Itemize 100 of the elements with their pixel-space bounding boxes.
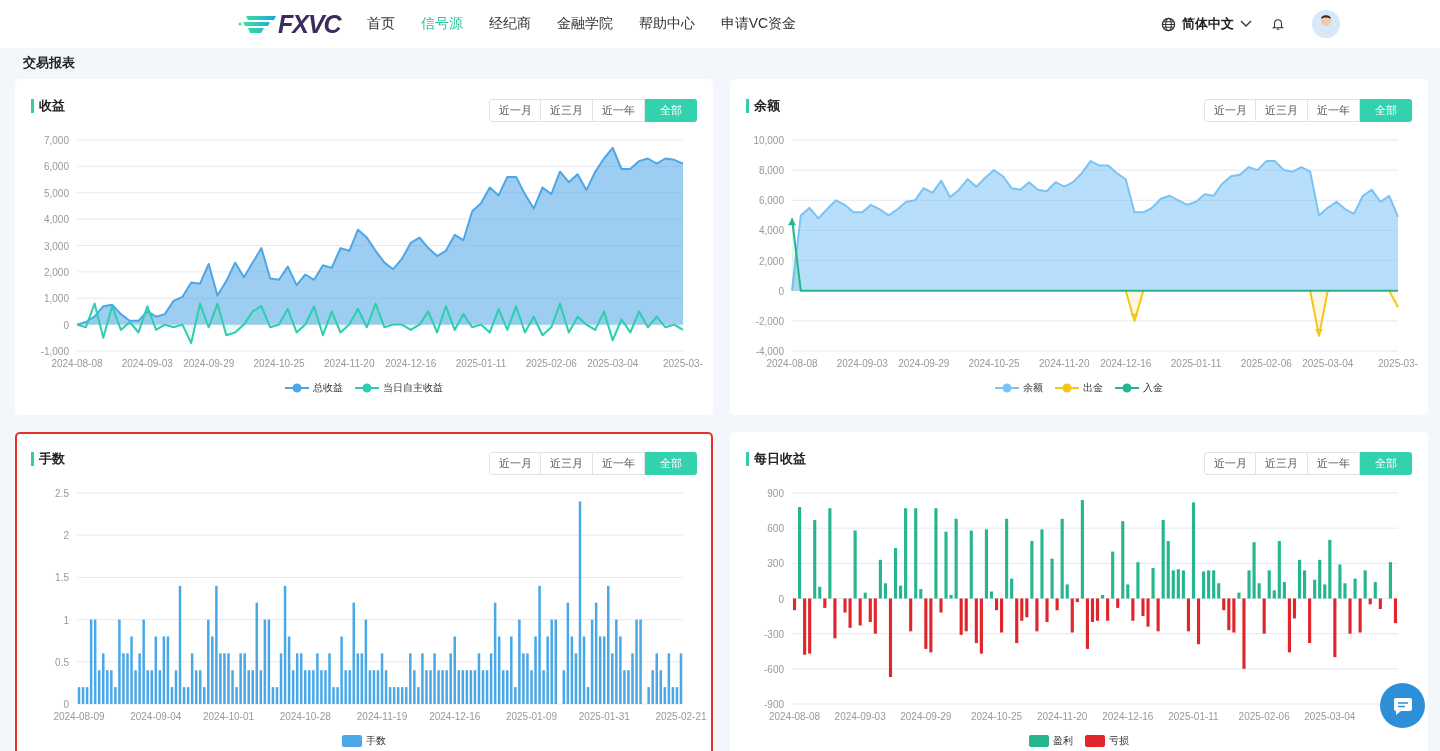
axis-label: 2025-02-21 — [655, 711, 707, 722]
axis-label: 2024-08-08 — [766, 358, 818, 369]
axis-label: 2024-12-16 — [1100, 358, 1152, 369]
legend-label[interactable]: 盈利 — [1053, 734, 1073, 748]
axis-label: 2024-10-01 — [202, 711, 255, 722]
range-tab[interactable]: 近三月 — [1256, 99, 1308, 122]
axis-label: 6,000 — [43, 161, 69, 173]
axis-label: 2024-09-29 — [898, 358, 950, 369]
axis-label: 2025-03- — [663, 358, 703, 369]
axis-label: 6,000 — [758, 195, 784, 207]
axis-label: 2024-08-08 — [768, 711, 821, 722]
axis-label: 2024-10-28 — [279, 711, 331, 722]
axis-label: 2,000 — [43, 266, 69, 278]
axis-label: -900 — [764, 699, 784, 710]
axis-label: -1,000 — [40, 346, 69, 357]
nav-link[interactable]: 金融学院 — [556, 15, 613, 33]
axis-label: 900 — [767, 488, 784, 499]
nav-link[interactable]: 经纪商 — [488, 15, 531, 33]
card-title: 收益 — [31, 99, 65, 113]
axis-label: 2024-11-19 — [356, 711, 408, 722]
axis-label: 8,000 — [758, 165, 784, 177]
axis-label: 2025-02-06 — [525, 358, 577, 369]
axis-label: 2024-09-03 — [836, 358, 888, 369]
axis-label: 2025-01-11 — [455, 358, 507, 369]
axis-label: 4,000 — [758, 225, 784, 237]
range-tab[interactable]: 近一年 — [593, 99, 645, 122]
range-tab[interactable]: 近一月 — [489, 452, 541, 475]
axis-label: 2025-03-04 — [1302, 358, 1354, 369]
axis-label: 2024-10-25 — [253, 358, 305, 369]
range-tab[interactable]: 近一年 — [1308, 99, 1360, 122]
page-title: 交易报表 — [22, 54, 76, 72]
axis-label: 2024-11-20 — [1039, 358, 1090, 369]
axis-label: 2024-09-29 — [900, 711, 952, 722]
legend-label[interactable]: 余额 — [1023, 381, 1043, 395]
range-tab[interactable]: 近一月 — [1204, 99, 1256, 122]
range-tab[interactable]: 近一年 — [1308, 452, 1360, 475]
axis-label: -2,000 — [755, 315, 784, 327]
axis-label: 0 — [778, 593, 784, 605]
range-tab[interactable]: 近一月 — [489, 99, 541, 122]
axis-label: 2025-01-31 — [578, 711, 630, 722]
range-tab[interactable]: 近一月 — [1204, 452, 1256, 475]
axis-label: 2025-01-11 — [1170, 358, 1222, 369]
axis-label: -4,000 — [755, 346, 784, 357]
axis-label: 2025-01-11 — [1168, 711, 1219, 722]
axis-label: 2025-03- — [1378, 358, 1418, 369]
axis-label: 1.5 — [55, 572, 69, 584]
nav-link[interactable]: 帮助中心 — [638, 15, 695, 33]
legend-label[interactable]: 亏损 — [1109, 734, 1129, 748]
axis-label: 2025-01-09 — [505, 711, 558, 722]
axis-label: 2024-12-16 — [429, 711, 481, 722]
axis-label: 0 — [778, 285, 784, 297]
card-title: 手数 — [31, 452, 65, 466]
axis-label: 2024-11-20 — [324, 358, 375, 369]
legend-label[interactable]: 手数 — [366, 734, 386, 748]
logo-text[interactable]: FXVC — [278, 9, 341, 39]
axis-label: 2025-02-06 — [1240, 358, 1292, 369]
axis-label: 2024-09-04 — [130, 711, 182, 722]
nav-link[interactable]: 申请VC资金 — [720, 15, 797, 33]
axis-label: 2024-08-08 — [51, 358, 103, 369]
axis-label: 0 — [63, 319, 69, 331]
legend-label[interactable]: 入金 — [1143, 381, 1163, 395]
axis-label: 7,000 — [43, 135, 69, 146]
card-title: 每日收益 — [746, 452, 806, 466]
axis-label: 5,000 — [43, 187, 69, 199]
axis-label: 2024-08-09 — [53, 711, 105, 722]
legend-label[interactable]: 当日自主收益 — [383, 381, 443, 395]
axis-label: 2024-09-29 — [183, 358, 235, 369]
card-title: 余额 — [746, 99, 780, 113]
axis-label: 10,000 — [753, 135, 784, 146]
axis-label: 4,000 — [43, 214, 69, 226]
axis-label: 2024-10-25 — [968, 358, 1020, 369]
axis-label: 2024-12-16 — [385, 358, 437, 369]
legend-label[interactable]: 出金 — [1083, 381, 1103, 395]
axis-label: 3,000 — [43, 240, 69, 252]
axis-label: 2.5 — [55, 488, 69, 499]
axis-label: 2,000 — [758, 255, 784, 267]
axis-label: -600 — [764, 663, 784, 675]
range-tab[interactable]: 近三月 — [541, 99, 593, 122]
axis-label: 2025-03-04 — [1304, 711, 1356, 722]
axis-label: 2024-11-20 — [1036, 711, 1088, 722]
range-tab[interactable]: 近三月 — [1256, 452, 1308, 475]
axis-label: 1 — [63, 614, 69, 626]
axis-label: -300 — [764, 628, 784, 640]
axis-label: 1,000 — [43, 293, 69, 305]
axis-label: 2024-09-03 — [834, 711, 886, 722]
language-selector[interactable]: 简体中文 — [1161, 15, 1252, 33]
axis-label: 600 — [767, 523, 784, 535]
axis-label: 2 — [63, 530, 69, 542]
axis-label: 2024-09-03 — [121, 358, 173, 369]
axis-label: 0 — [63, 699, 69, 710]
legend-label[interactable]: 总收益 — [313, 381, 343, 395]
axis-label: 300 — [767, 558, 784, 570]
nav-link[interactable]: 首页 — [366, 15, 395, 33]
axis-label: 0.5 — [55, 656, 69, 668]
range-tab[interactable]: 近三月 — [541, 452, 593, 475]
range-tab[interactable]: 近一年 — [593, 452, 645, 475]
axis-label: 2025-02-06 — [1238, 711, 1290, 722]
axis-label: 2025-03-04 — [587, 358, 639, 369]
axis-label: 2024-12-16 — [1102, 711, 1154, 722]
axis-label: 2024-10-25 — [970, 711, 1023, 722]
